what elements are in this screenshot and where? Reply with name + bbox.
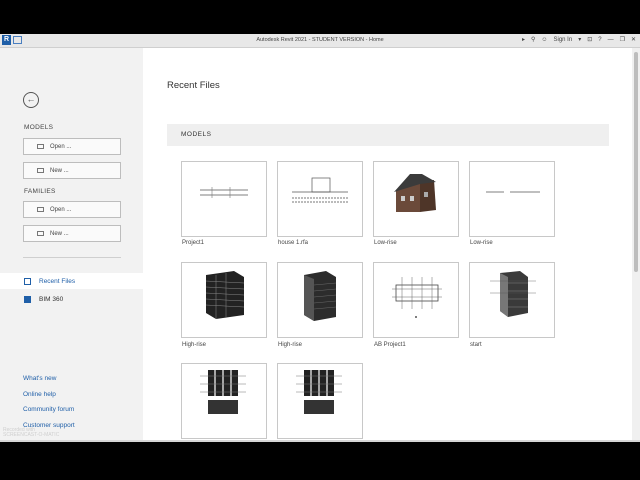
models-label: MODELS: [24, 124, 54, 131]
screencast-watermark: Recorded with SCREENCAST-O-MATIC: [3, 428, 59, 438]
file-tile-start[interactable]: [469, 262, 555, 338]
section-icon: [296, 370, 342, 414]
file-name[interactable]: start: [470, 342, 482, 348]
models-new-label: New ...: [50, 167, 69, 174]
models-section-header: MODELS: [167, 124, 609, 146]
file-tile-section-1[interactable]: [181, 363, 267, 439]
families-open-button[interactable]: Open ...: [23, 201, 121, 218]
file-tile-low-rise-1[interactable]: [373, 161, 459, 237]
community-forum-link[interactable]: Community forum: [23, 406, 74, 413]
sidebar: ← MODELS Open ... New ... FAMILIES Open …: [0, 48, 143, 442]
families-label: FAMILIES: [24, 188, 56, 195]
models-open-label: Open ...: [50, 143, 72, 150]
nav-recent-files[interactable]: Recent Files: [0, 273, 143, 289]
file-tile-ab-project1[interactable]: [373, 262, 459, 338]
sign-in-dropdown-icon[interactable]: ▾: [578, 36, 581, 43]
sidebar-divider: [23, 257, 121, 258]
file-tile-project1[interactable]: [181, 161, 267, 237]
restore-button[interactable]: ❐: [620, 36, 625, 43]
recent-files-icon: [24, 277, 31, 285]
file-name[interactable]: Low-rise: [470, 240, 493, 246]
bim360-icon: [24, 295, 31, 303]
file-name[interactable]: High-rise: [182, 342, 206, 348]
file-name[interactable]: Project1: [182, 240, 204, 246]
file-name[interactable]: AB Project1: [374, 342, 406, 348]
solid-building-icon: [304, 271, 337, 321]
models-new-button[interactable]: New ...: [23, 162, 121, 179]
house-3d-icon: [394, 174, 436, 212]
new-file-icon: [37, 231, 44, 236]
file-tile-low-rise-2[interactable]: [469, 161, 555, 237]
families-open-label: Open ...: [50, 206, 72, 213]
grid-plan-icon: [392, 277, 442, 318]
online-help-link[interactable]: Online help: [23, 391, 56, 398]
nav-bim360[interactable]: BIM 360: [0, 291, 143, 307]
models-open-button[interactable]: Open ...: [23, 138, 121, 155]
minimize-button[interactable]: —: [608, 37, 614, 43]
page-title: Recent Files: [167, 80, 220, 91]
scrollbar-thumb[interactable]: [634, 52, 638, 272]
whats-new-link[interactable]: What's new: [23, 375, 56, 382]
construction-building-icon: [490, 271, 536, 317]
frame-building-icon: [205, 271, 245, 319]
line-drawing-icon: [486, 191, 540, 193]
vertical-scrollbar[interactable]: [632, 48, 640, 442]
user-icon[interactable]: ☺: [541, 37, 547, 43]
file-name[interactable]: Low-rise: [374, 240, 397, 246]
help-icon[interactable]: ?: [598, 37, 601, 43]
nav-bim360-label: BIM 360: [39, 295, 64, 303]
elevation-icon: [292, 177, 348, 203]
binoculars-icon[interactable]: ⚲: [531, 36, 535, 43]
file-name[interactable]: High-rise: [278, 342, 302, 348]
section-icon: [200, 370, 246, 414]
file-tile-high-rise-1[interactable]: [181, 262, 267, 338]
search-dropdown-icon[interactable]: ▸: [522, 36, 525, 43]
families-new-label: New ...: [50, 230, 69, 237]
file-name[interactable]: house 1.rfa: [278, 240, 308, 246]
folder-icon: [37, 207, 44, 212]
file-tile-section-2[interactable]: [277, 363, 363, 439]
plan-icon: [200, 187, 248, 198]
families-new-button[interactable]: New ...: [23, 225, 121, 242]
file-tile-high-rise-2[interactable]: [277, 262, 363, 338]
nav-recent-files-label: Recent Files: [39, 277, 76, 285]
main-content: Recent Files MODELS Project1 house 1.rfa: [143, 48, 632, 442]
back-arrow-icon[interactable]: ←: [23, 92, 39, 108]
new-file-icon: [37, 168, 44, 173]
close-button[interactable]: ✕: [631, 36, 636, 43]
cart-icon[interactable]: ⊡: [587, 36, 592, 43]
title-bar: R Autodesk Revit 2021 - STUDENT VERSION …: [0, 34, 640, 48]
folder-icon: [37, 144, 44, 149]
revit-window: R Autodesk Revit 2021 - STUDENT VERSION …: [0, 34, 640, 442]
file-tile-house[interactable]: [277, 161, 363, 237]
sign-in-link[interactable]: Sign In: [554, 37, 573, 43]
horizontal-scrollbar[interactable]: [0, 440, 640, 442]
watermark-line-2: SCREENCAST-O-MATIC: [3, 432, 60, 438]
